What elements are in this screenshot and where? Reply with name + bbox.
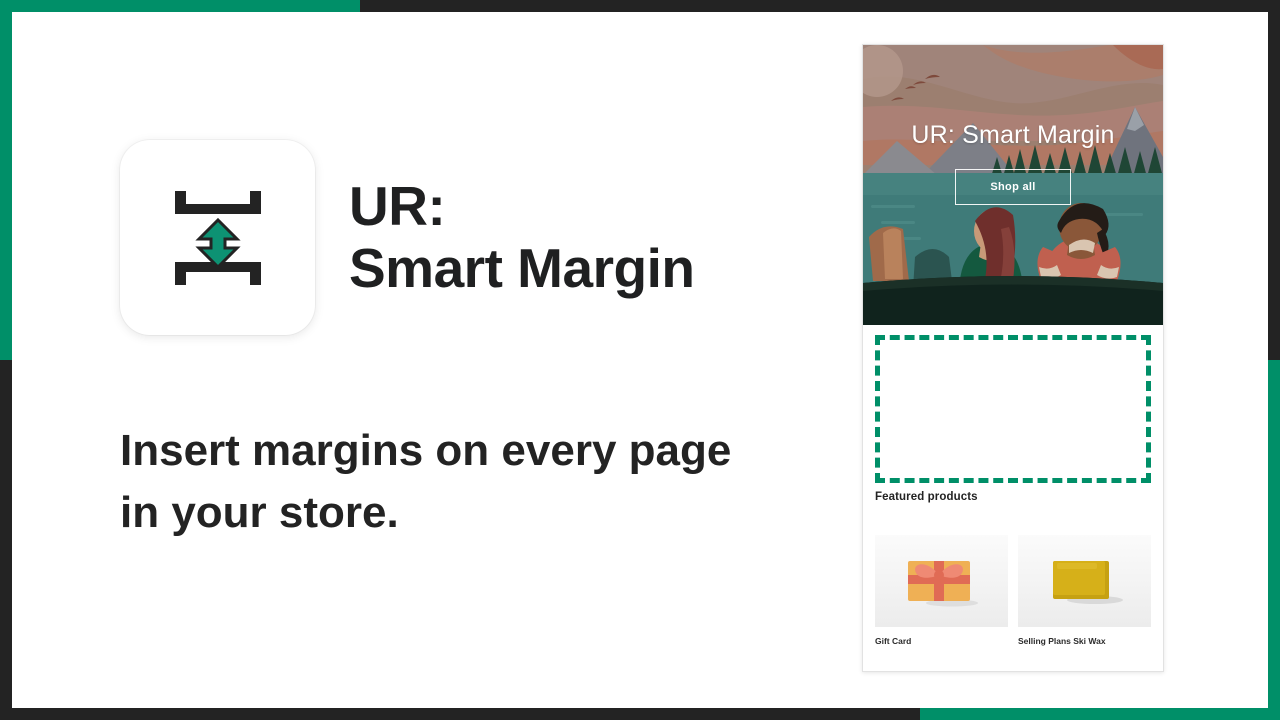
store-preview-panel: UR: Smart Margin Shop all Featured produ… <box>862 44 1164 672</box>
featured-products-heading: Featured products <box>875 491 978 503</box>
slide-canvas: UR: Smart Margin Insert margins on every… <box>12 12 1268 708</box>
shop-all-button[interactable]: Shop all <box>955 169 1071 205</box>
border-accent-bottom <box>920 708 1280 720</box>
product-thumbnail <box>875 535 1008 627</box>
margin-placeholder[interactable] <box>875 335 1151 483</box>
product-name: Gift Card <box>875 636 912 646</box>
border-accent-right <box>1268 360 1280 720</box>
gift-box-image <box>907 561 978 607</box>
product-thumbnail <box>1018 535 1151 627</box>
branding-column: UR: Smart Margin Insert margins on every… <box>12 12 852 708</box>
hero-title: UR: Smart Margin <box>911 121 1115 149</box>
product-card[interactable]: Selling Plans Ski Wax <box>1018 535 1151 646</box>
page-title: UR: Smart Margin <box>349 174 695 299</box>
brand-row: UR: Smart Margin <box>120 140 695 335</box>
product-grid: Gift Card Selling Plans Ski Wax <box>875 535 1151 646</box>
product-card[interactable]: Gift Card <box>875 535 1008 646</box>
smart-margin-icon <box>120 140 315 335</box>
hero-overlay: UR: Smart Margin Shop all <box>863 45 1163 325</box>
ski-wax-block-image <box>1052 561 1123 604</box>
slide-frame: UR: Smart Margin Insert margins on every… <box>0 0 1280 720</box>
hero-banner: UR: Smart Margin Shop all <box>863 45 1163 325</box>
border-accent-top <box>0 0 360 12</box>
product-name: Selling Plans Ski Wax <box>1018 636 1106 646</box>
tagline: Insert margins on every page in your sto… <box>120 426 732 538</box>
border-accent-left <box>0 0 12 360</box>
